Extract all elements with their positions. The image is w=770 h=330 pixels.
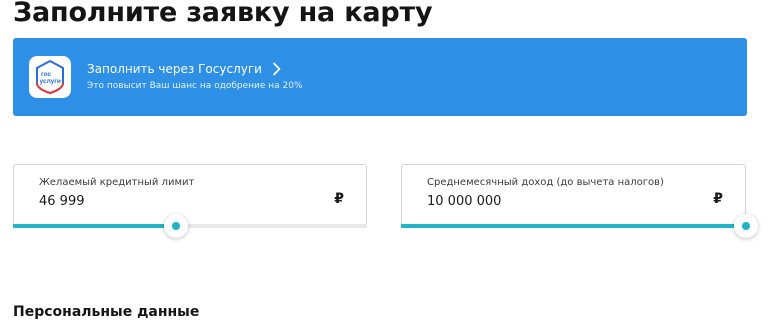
income-slider-track[interactable]: [401, 224, 746, 228]
logo-text-line1: гос: [41, 71, 52, 78]
income-slider-fill: [401, 224, 746, 228]
page-title: Заполните заявку на карту: [13, 0, 433, 28]
chevron-right-icon: [273, 62, 281, 76]
banner-title: Заполнить через Госуслуги: [87, 62, 262, 76]
credit-limit-slider-fill: [13, 224, 176, 228]
gosuslugi-logo: гос услуги: [29, 56, 71, 98]
income-slider-thumb[interactable]: [734, 214, 758, 238]
income-input[interactable]: [427, 194, 687, 209]
ruble-icon: ₽: [334, 191, 344, 207]
credit-limit-field[interactable]: Желаемый кредитный лимит ₽: [13, 164, 367, 226]
income-label: Среднемесячный доход (до вычета налогов): [427, 177, 664, 188]
gosuslugi-banner[interactable]: гос услуги Заполнить через Госуслуги Это…: [13, 38, 747, 116]
income-field[interactable]: Среднемесячный доход (до вычета налогов)…: [401, 164, 746, 226]
banner-subtitle: Это повысит Ваш шанс на одобрение на 20%: [87, 81, 303, 91]
ruble-icon: ₽: [713, 191, 723, 207]
credit-limit-slider-track[interactable]: [13, 224, 367, 228]
logo-text-line2: услуги: [40, 78, 61, 85]
application-page: Заполните заявку на карту гос услуги Зап…: [0, 0, 770, 330]
credit-limit-input[interactable]: [39, 194, 299, 209]
banner-title-row: Заполнить через Госуслуги: [87, 62, 282, 76]
credit-limit-label: Желаемый кредитный лимит: [39, 177, 195, 188]
personal-data-heading: Персональные данные: [13, 304, 200, 320]
credit-limit-slider-thumb[interactable]: [163, 214, 188, 238]
gosuslugi-logo-icon: гос услуги: [36, 59, 64, 95]
